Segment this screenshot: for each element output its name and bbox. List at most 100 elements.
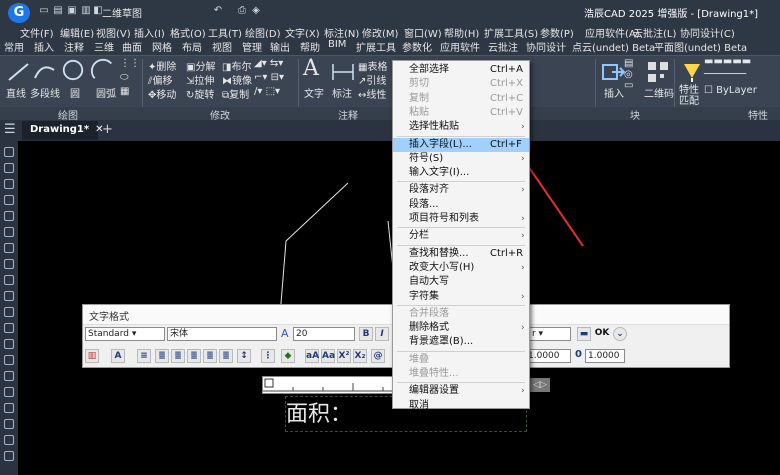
superscript-button[interactable]: X² (337, 349, 351, 363)
context-menu-item[interactable]: 取消 (393, 399, 529, 413)
app-logo[interactable]: G (8, 3, 30, 23)
left-tool-icon[interactable] (4, 339, 14, 349)
context-menu-item[interactable]: 背景遮罩(B)... (393, 335, 529, 349)
workspace-name[interactable]: 二维草图 (102, 5, 142, 20)
tab-drawing1[interactable]: Drawing1* ✕ (22, 121, 104, 140)
left-tool-icon[interactable] (4, 195, 14, 205)
mtext-justify-button[interactable]: A (111, 349, 125, 363)
context-menu-item[interactable]: 查找和替换... Ctrl+R (393, 247, 529, 261)
line-icon[interactable] (6, 60, 32, 84)
context-menu-item[interactable]: 符号(S) › (393, 152, 529, 166)
left-tool-icon[interactable] (4, 179, 14, 189)
close-tab-icon[interactable]: ✕ (95, 124, 103, 135)
annotative-icon[interactable]: A (281, 327, 289, 340)
lowercase-button[interactable]: Aa (321, 349, 335, 363)
ribbon-tab-11[interactable]: BIM (328, 39, 346, 50)
ribbon-tab-5[interactable]: 网格 (152, 39, 172, 54)
left-tool-icon[interactable] (4, 291, 14, 301)
context-menu-item[interactable]: 全部选择 Ctrl+A (393, 63, 529, 77)
circle-icon[interactable] (60, 58, 86, 82)
font-select[interactable]: 宋体 (167, 327, 277, 341)
align-center-button[interactable]: ≣ (171, 349, 185, 363)
distribute-button[interactable]: ≣ (219, 349, 233, 363)
left-tool-icon[interactable] (4, 275, 14, 285)
polyline-icon[interactable] (32, 60, 58, 84)
context-menu-item[interactable]: 编辑器设置 › (393, 384, 529, 398)
new-tab-icon[interactable]: + (102, 122, 113, 137)
context-menu-item[interactable]: 段落... (393, 198, 529, 212)
text-icon[interactable]: A (303, 56, 319, 81)
color-select[interactable]: r ▾ (529, 327, 571, 341)
context-menu-item[interactable]: 改变大小写(H) › (393, 261, 529, 275)
uppercase-button[interactable]: aA (305, 349, 319, 363)
left-tool-icon[interactable] (4, 355, 14, 365)
left-tool-icon[interactable] (4, 259, 14, 269)
leader-button[interactable]: ↗引线 (358, 72, 386, 87)
ribbon-tab-18[interactable]: 平面图(undet) Beta (654, 39, 747, 54)
polyline-label[interactable]: 多段线 (30, 85, 60, 100)
justify-button[interactable]: ≣ (203, 349, 217, 363)
draw-more-icon[interactable]: ⋮⋮ (120, 58, 140, 69)
italic-button[interactable]: I (375, 327, 389, 341)
ribbon-tab-8[interactable]: 管理 (242, 39, 262, 54)
left-tool-icon[interactable] (4, 403, 14, 413)
context-menu-item[interactable]: 输入文字(I)... (393, 166, 529, 180)
context-menu-item[interactable]: 项目符号和列表 › (393, 212, 529, 226)
ribbon-tab-14[interactable]: 应用软件 (440, 39, 480, 54)
subscript-button[interactable]: X₂ (353, 349, 367, 363)
context-menu-item[interactable]: 分栏 › (393, 229, 529, 243)
style-select[interactable]: Standard ▾ (85, 327, 165, 341)
paragraph-button[interactable]: ≡ (137, 349, 151, 363)
left-tool-icon[interactable] (4, 451, 14, 461)
ribbon-tab-2[interactable]: 注释 (64, 39, 84, 54)
ruler-scroll-arrows[interactable]: ◁▷ (530, 378, 550, 392)
context-menu-item[interactable]: 字符集 › (393, 290, 529, 304)
context-menu-item[interactable]: 段落对齐 › (393, 183, 529, 197)
linetype-swatch-icon[interactable]: ─────── (704, 69, 746, 80)
layers-icon[interactable]: ◈ (250, 5, 262, 19)
insert-block-icon[interactable] (600, 60, 626, 84)
ribbon-tab-1[interactable]: 插入 (34, 39, 54, 54)
ribbon-tab-13[interactable]: 参数化 (402, 39, 432, 54)
new-file-icon[interactable]: ▭ (38, 5, 50, 19)
boolean-button[interactable]: ◨布尔 (222, 58, 251, 73)
save-as-icon[interactable]: ▥ (80, 5, 92, 19)
arc-label[interactable]: 圆弧 (96, 85, 116, 100)
copy-button[interactable]: ⧉复制 (222, 86, 249, 101)
numbering-button[interactable]: ⋮ (261, 349, 275, 363)
menu-hamburger-icon[interactable]: ☰ (4, 122, 16, 137)
ok-button[interactable]: OK (593, 327, 611, 341)
table-button[interactable]: ▦表格 (358, 58, 387, 73)
color-swatch-icon[interactable]: ▬▬▬▬▬ (704, 56, 751, 67)
left-tool-icon[interactable] (4, 371, 14, 381)
ribbon-tab-4[interactable]: 曲面 (122, 39, 142, 54)
left-tool-icon[interactable] (4, 163, 14, 173)
align-right-button[interactable]: ≣ (187, 349, 201, 363)
dimension-label[interactable]: 标注 (332, 85, 352, 100)
explode-button[interactable]: ▣分解 (186, 58, 215, 73)
move-button[interactable]: ✥移动 (148, 86, 176, 101)
ribbon-tab-12[interactable]: 扩展工具 (356, 39, 396, 54)
qrcode-label[interactable]: 二维码 (644, 85, 674, 100)
context-menu-item[interactable]: 删除格式 › (393, 321, 529, 335)
left-tool-icon[interactable] (4, 387, 14, 397)
context-menu-item[interactable]: 选择性粘贴 › (393, 120, 529, 134)
ribbon-tab-15[interactable]: 云批注 (488, 39, 518, 54)
columns-button[interactable]: ▥ (85, 349, 99, 363)
circle-label[interactable]: 圆 (70, 85, 80, 100)
match-properties-icon[interactable] (680, 60, 706, 84)
offset-button[interactable]: ⫽偏移 (148, 72, 172, 87)
line-label[interactable]: 直线 (6, 85, 26, 100)
tracking-input[interactable]: 1.0000 (525, 349, 571, 363)
ribbon-tab-0[interactable]: 常用 (4, 39, 24, 54)
width-factor-input[interactable]: 1.0000 (585, 349, 625, 363)
ribbon-tab-17[interactable]: 点云(undet) Beta (572, 39, 655, 54)
dimension-icon[interactable] (330, 60, 356, 84)
insert-label[interactable]: 插入 (604, 85, 624, 100)
left-tool-icon[interactable] (4, 243, 14, 253)
stretch-button[interactable]: ⇲拉伸 (186, 72, 214, 87)
options-button[interactable]: ⌄ (613, 327, 627, 341)
ribbon-tab-7[interactable]: 视图 (212, 39, 232, 54)
linear-button[interactable]: ↔线性 (358, 86, 386, 101)
left-tool-icon[interactable] (4, 227, 14, 237)
